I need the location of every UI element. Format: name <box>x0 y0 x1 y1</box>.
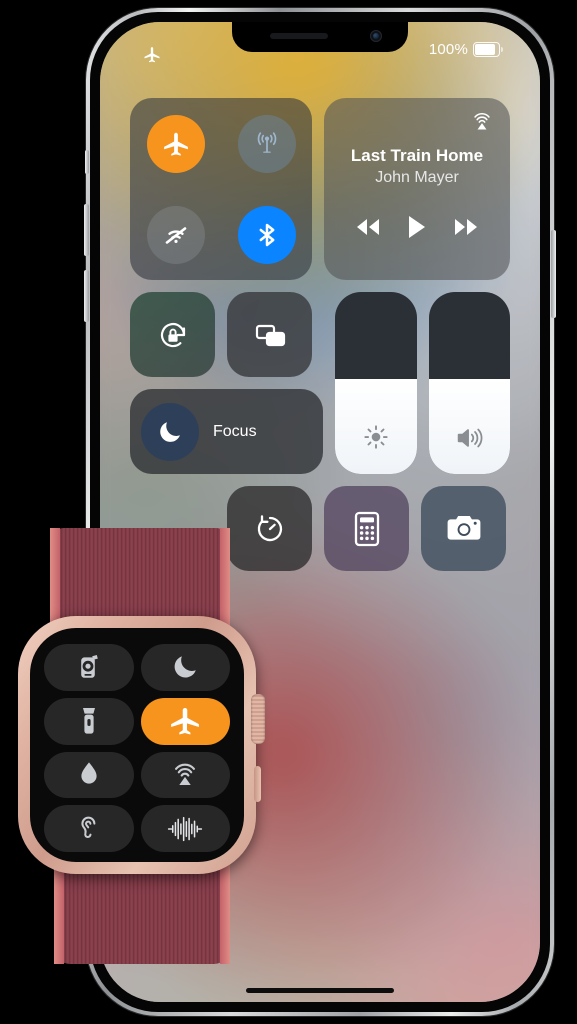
airplay-button[interactable] <box>140 751 230 799</box>
noise-button[interactable] <box>140 805 230 852</box>
watch-case <box>18 616 265 874</box>
control-center-row-1: Last Train Home John Mayer <box>130 98 510 280</box>
media-controls <box>324 214 510 240</box>
notch <box>232 22 408 52</box>
media-artist: John Mayer <box>375 169 459 186</box>
silent-mode-toggle[interactable] <box>140 644 230 691</box>
digital-crown[interactable] <box>251 694 265 744</box>
side-power-button[interactable] <box>551 230 556 318</box>
control-center: Last Train Home John Mayer Focus <box>130 98 510 583</box>
volume-slider[interactable] <box>428 292 511 474</box>
apple-watch-device <box>2 528 274 964</box>
walkie-talkie-toggle[interactable] <box>44 644 134 691</box>
water-lock-toggle[interactable] <box>44 751 134 799</box>
airplane-icon <box>142 44 162 64</box>
watch-control-center <box>44 644 230 852</box>
flashlight-button[interactable] <box>44 697 134 745</box>
volume-icon <box>429 424 511 452</box>
fast-forward-button[interactable] <box>451 216 481 238</box>
battery-percent-label: 100% <box>428 41 468 58</box>
volume-up-button[interactable] <box>84 204 89 256</box>
play-button[interactable] <box>406 214 428 240</box>
brightness-slider[interactable] <box>335 292 417 474</box>
home-indicator[interactable] <box>246 988 394 993</box>
moon-icon <box>141 402 199 461</box>
airplane-mode-toggle[interactable] <box>146 114 205 173</box>
volume-down-button[interactable] <box>84 270 89 322</box>
speaker-grille-icon <box>270 33 328 39</box>
side-button[interactable] <box>254 766 261 802</box>
focus-label: Focus <box>213 422 257 440</box>
screen-mirroring-button[interactable] <box>227 292 312 377</box>
camera-button[interactable] <box>421 486 506 571</box>
wifi-toggle[interactable] <box>146 205 205 264</box>
bluetooth-toggle[interactable] <box>237 205 296 264</box>
mute-switch[interactable] <box>85 150 89 174</box>
rewind-button[interactable] <box>353 216 383 238</box>
hearing-button[interactable] <box>44 805 134 852</box>
rotation-lock-toggle[interactable] <box>130 292 215 377</box>
airplay-audio-icon[interactable] <box>470 110 494 134</box>
scene-root: 100% Last Train Home John Mayer Focus <box>0 0 577 1024</box>
airplane-mode-toggle[interactable] <box>140 697 230 745</box>
media-player-module[interactable]: Last Train Home John Mayer <box>324 98 510 280</box>
calculator-button[interactable] <box>324 486 409 571</box>
focus-button[interactable]: Focus <box>130 389 323 474</box>
control-center-row-2: Focus <box>130 292 510 474</box>
battery-full-icon <box>473 42 503 57</box>
media-title: Last Train Home <box>350 146 484 165</box>
brightness-icon <box>335 422 417 452</box>
front-camera-icon <box>370 30 382 42</box>
cellular-data-toggle[interactable] <box>237 114 296 173</box>
battery-status: 100% <box>428 41 503 58</box>
connectivity-module[interactable] <box>130 98 312 280</box>
watch-screen <box>30 628 244 862</box>
